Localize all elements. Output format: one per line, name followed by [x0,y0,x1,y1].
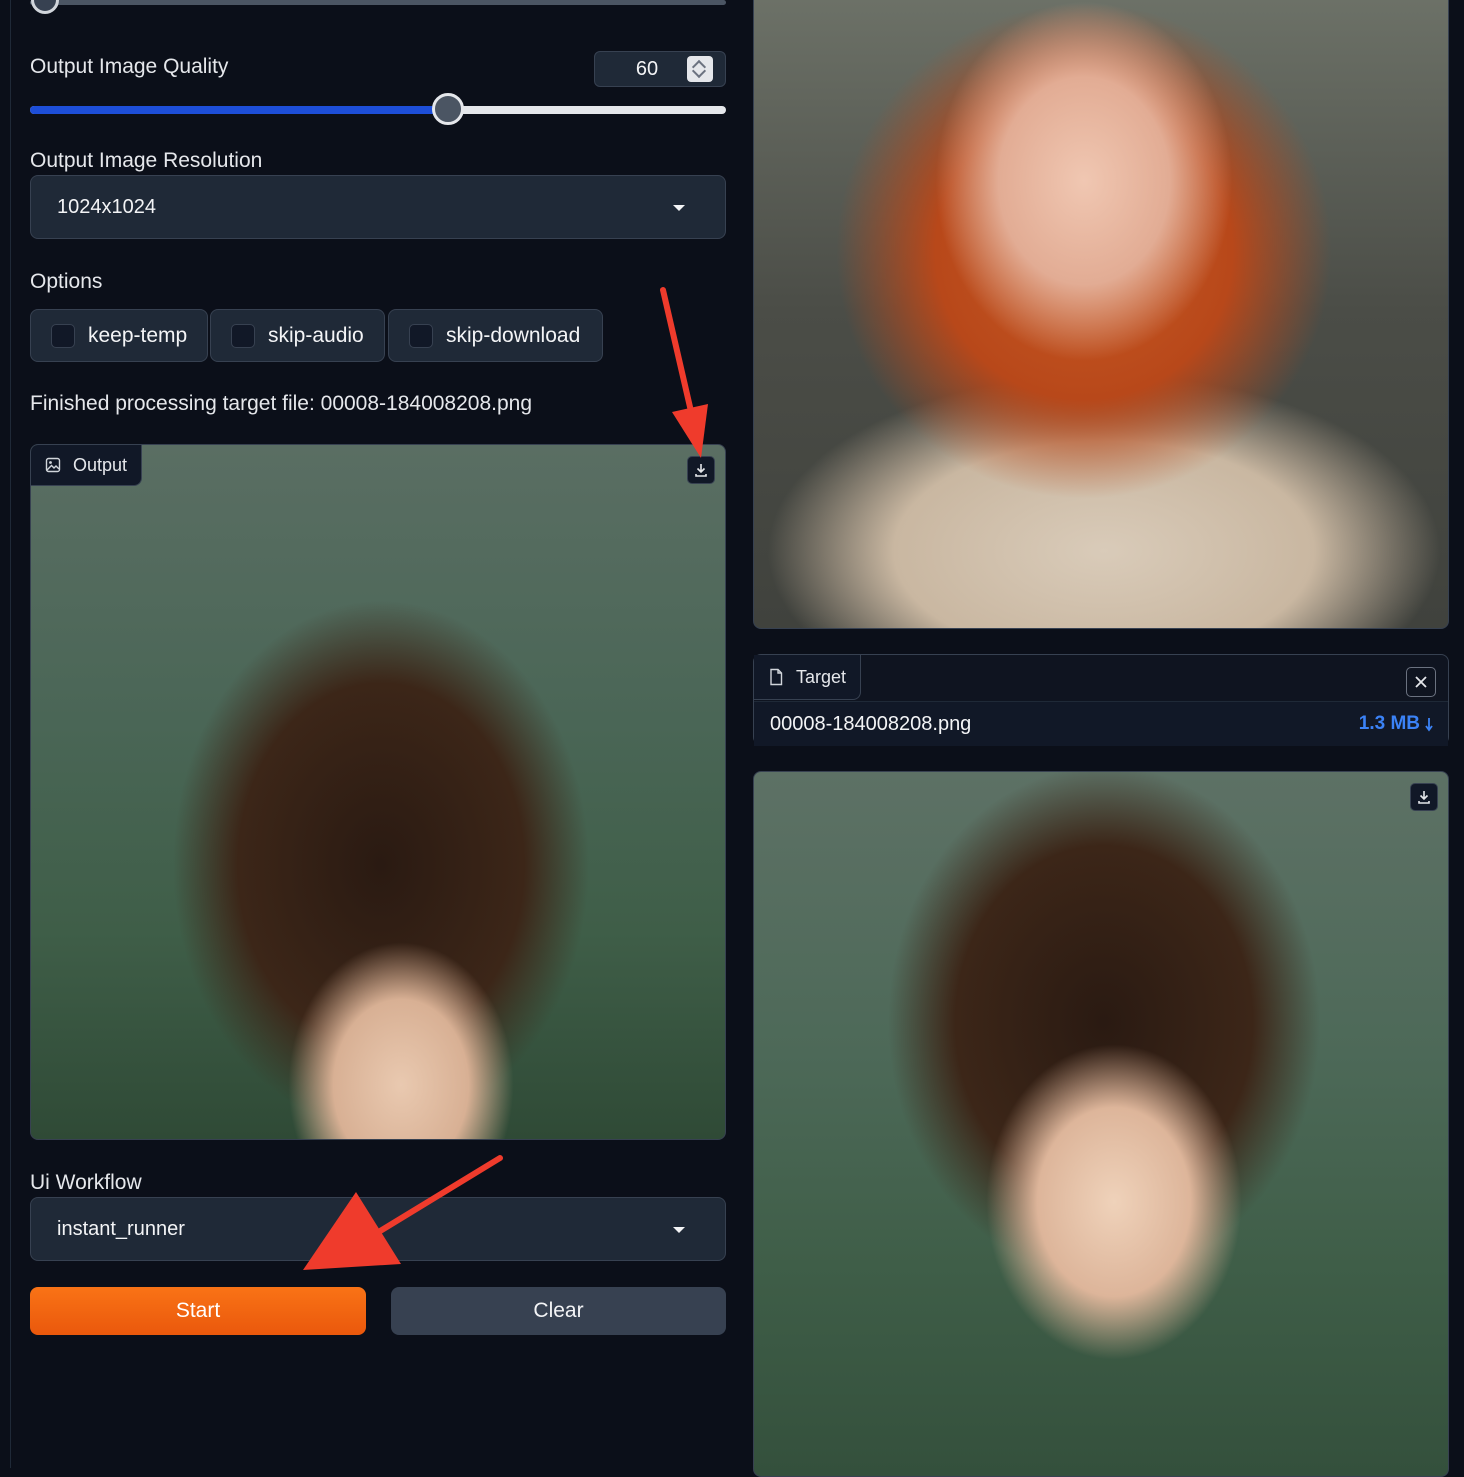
clear-button[interactable]: Clear [391,1287,726,1335]
column-divider [10,0,11,1468]
quality-spinner[interactable] [687,56,713,82]
quality-number-input[interactable]: 60 [594,51,726,87]
option-label: skip-audio [268,324,364,347]
source-image-panel [753,0,1449,629]
result-image-panel [753,771,1449,1477]
close-icon [1415,676,1427,688]
target-tag: Target [754,655,862,700]
target-filename: 00008-184008208.png [770,713,972,735]
resolution-label: Output Image Resolution [30,149,263,172]
previous-slider-track[interactable] [30,0,726,5]
chevron-down-icon [673,205,685,211]
file-icon [770,668,783,686]
output-tag-label: Output [73,454,128,475]
workflow-dropdown[interactable]: instant_runner [30,1197,726,1261]
output-download-button[interactable] [687,456,715,484]
download-icon[interactable] [1424,716,1434,734]
option-label: keep-temp [88,324,188,347]
target-file-row: 00008-184008208.png 1.3 MB [754,701,1448,746]
quality-label: Output Image Quality [30,55,229,78]
start-button[interactable]: Start [30,1287,366,1335]
option-label: skip-download [446,324,581,347]
download-icon [695,464,707,477]
resolution-dropdown[interactable]: 1024x1024 [30,175,726,239]
output-image-panel: Output [30,444,726,1140]
option-skip-download[interactable]: skip-download [388,309,603,362]
status-text: Finished processing target file: 00008-1… [30,392,533,415]
quality-slider-thumb[interactable] [431,93,464,125]
options-label: Options [30,270,103,293]
checkbox[interactable] [231,324,255,348]
quality-slider-track[interactable] [30,106,726,114]
target-tag-label: Target [796,666,847,687]
workflow-value: instant_runner [57,1218,185,1240]
previous-slider-thumb[interactable] [31,0,59,14]
workflow-label: Ui Workflow [30,1171,142,1194]
clear-target-button[interactable] [1406,667,1436,697]
checkbox[interactable] [51,324,75,348]
resolution-value: 1024x1024 [57,196,156,218]
option-skip-audio[interactable]: skip-audio [210,309,385,362]
option-keep-temp[interactable]: keep-temp [30,309,208,362]
checkbox[interactable] [409,324,433,348]
quality-slider-fill [30,106,448,114]
target-file-size-link[interactable]: 1.3 MB [1359,713,1420,735]
target-file-panel: Target 00008-184008208.png 1.3 MB [753,654,1449,746]
chevron-down-icon [673,1227,685,1233]
download-icon [1418,791,1430,804]
result-download-button[interactable] [1410,783,1438,811]
image-icon [45,457,61,473]
left-panel: Output Image Quality 60 Output Image Res… [0,0,742,1468]
output-tag: Output [31,445,143,486]
quality-value[interactable]: 60 [595,58,699,81]
